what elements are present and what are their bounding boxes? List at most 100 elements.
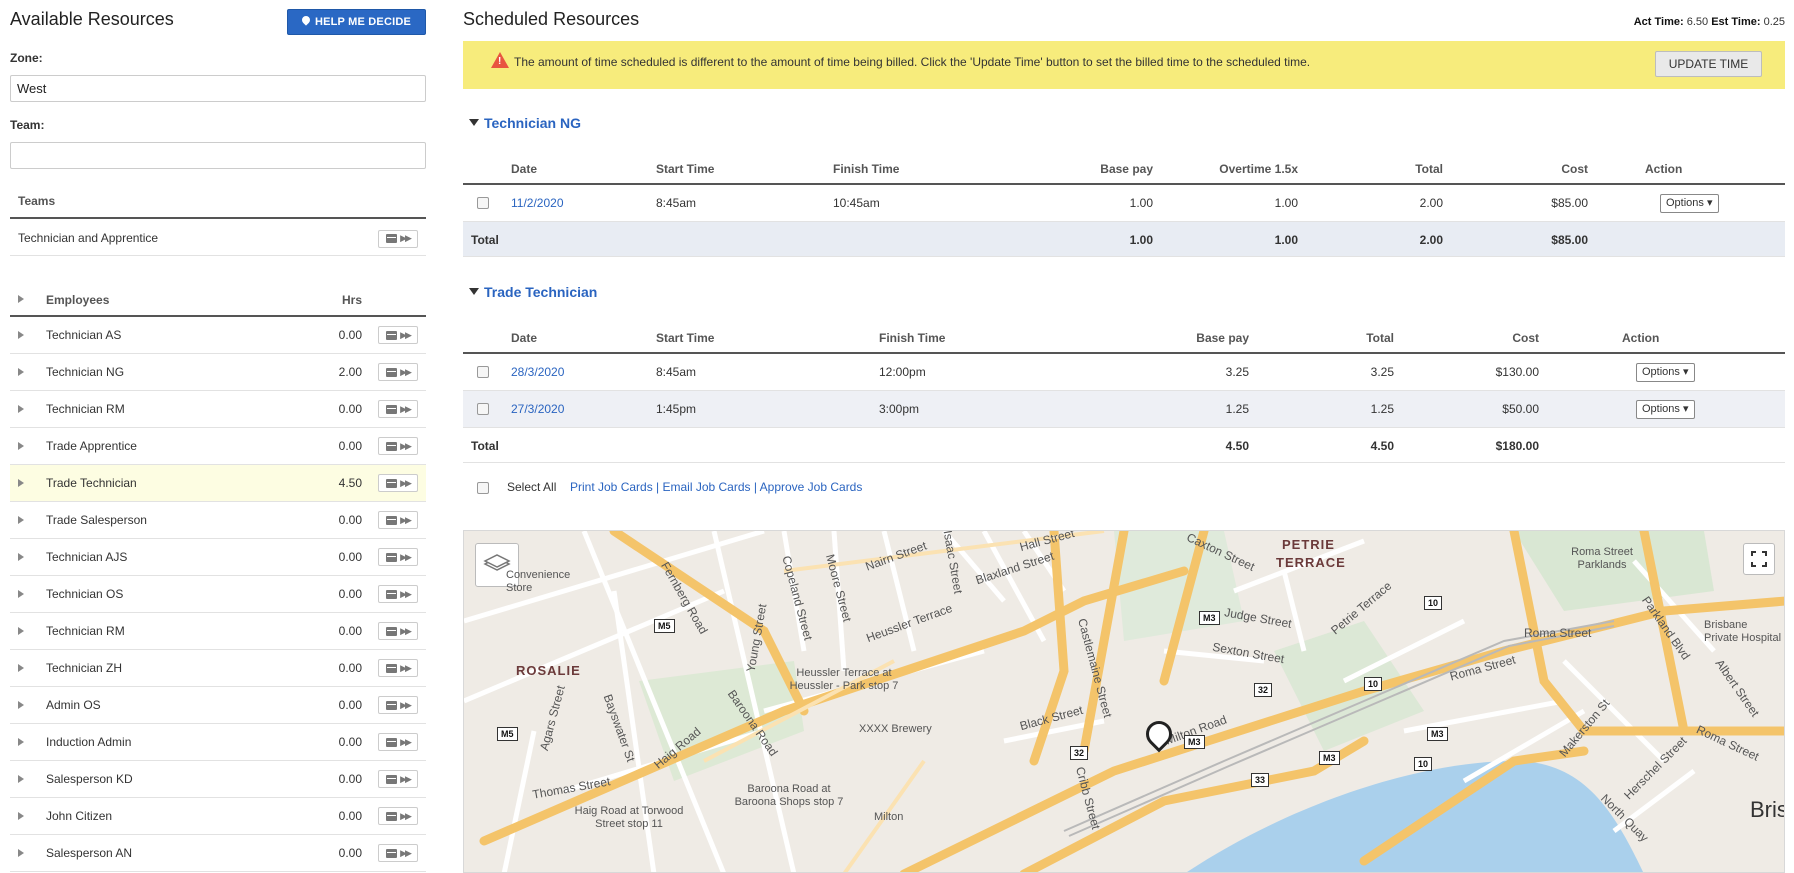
employee-row[interactable]: Salesperson KD 0.00 ▶▶ <box>10 761 426 798</box>
map-label: Brisbane Private Hospital <box>1704 619 1782 644</box>
map-label: ROSALIE <box>516 663 581 678</box>
select-all-checkbox[interactable] <box>477 482 489 494</box>
expand-all-icon[interactable] <box>18 294 24 303</box>
map-label: XXXX Brewery <box>859 723 932 735</box>
expand-icon[interactable] <box>18 479 24 487</box>
employee-hrs: 0.00 <box>338 328 362 342</box>
calendar-icon <box>386 441 398 451</box>
total-total: 4.50 <box>1370 439 1394 453</box>
schedule-button[interactable]: ▶▶ <box>378 437 418 455</box>
employee-row[interactable]: Technician RM 0.00 ▶▶ <box>10 391 426 428</box>
expand-icon[interactable] <box>18 664 24 672</box>
schedule-button[interactable]: ▶▶ <box>378 844 418 862</box>
expand-icon[interactable] <box>18 775 24 783</box>
expand-icon[interactable] <box>18 442 24 450</box>
available-resources-title: Available Resources <box>10 9 174 29</box>
col-finish: Finish Time <box>833 162 900 176</box>
schedule-button[interactable]: ▶▶ <box>378 659 418 677</box>
calendar-icon <box>386 367 398 377</box>
row-checkbox[interactable] <box>477 197 489 209</box>
schedule-button[interactable]: ▶▶ <box>378 229 418 248</box>
employee-name: Salesperson KD <box>46 772 133 786</box>
employee-row[interactable]: Technician AJS 0.00 ▶▶ <box>10 539 426 576</box>
employee-name: Trade Apprentice <box>46 439 137 453</box>
schedule-button[interactable]: ▶▶ <box>378 363 418 381</box>
schedule-button[interactable]: ▶▶ <box>378 585 418 603</box>
expand-icon[interactable] <box>18 405 24 413</box>
expand-icon[interactable] <box>18 331 24 339</box>
schedule-button[interactable]: ▶▶ <box>378 474 418 492</box>
row-checkbox[interactable] <box>477 366 489 378</box>
schedule-button[interactable]: ▶▶ <box>378 548 418 566</box>
employee-name: Technician OS <box>46 587 124 601</box>
total-base: 1.00 <box>1129 233 1153 247</box>
team-row[interactable]: Technician and Apprentice ▶▶ <box>10 222 426 256</box>
help-me-decide-button[interactable]: HELP ME DECIDE <box>287 9 426 35</box>
route-shield: 10 <box>1424 596 1443 610</box>
fast-forward-icon: ▶▶ <box>400 847 412 858</box>
group-title: Trade Technician <box>484 284 598 300</box>
date-link[interactable]: 28/3/2020 <box>511 354 564 390</box>
date-link[interactable]: 11/2/2020 <box>511 185 564 221</box>
route-shield: M5 <box>497 727 518 741</box>
employee-row[interactable]: Technician OS 0.00 ▶▶ <box>10 576 426 613</box>
zone-input[interactable]: West <box>10 75 426 102</box>
job-card-links[interactable]: Print Job Cards | Email Job Cards | Appr… <box>570 480 862 494</box>
expand-icon[interactable] <box>18 590 24 598</box>
employee-row[interactable]: Induction Admin 0.00 ▶▶ <box>10 724 426 761</box>
options-dropdown[interactable]: Options <box>1636 363 1695 382</box>
employee-row[interactable]: Trade Apprentice 0.00 ▶▶ <box>10 428 426 465</box>
employee-row[interactable]: Technician NG 2.00 ▶▶ <box>10 354 426 391</box>
calendar-icon <box>386 737 398 747</box>
employee-name: Technician AJS <box>46 550 128 564</box>
group-trade-technician-toggle[interactable]: Trade Technician <box>469 284 597 300</box>
calendar-icon <box>386 515 398 525</box>
employee-row[interactable]: Admin OS 0.00 ▶▶ <box>10 687 426 724</box>
employee-row[interactable]: Salesperson AN 0.00 ▶▶ <box>10 835 426 872</box>
options-dropdown[interactable]: Options <box>1660 194 1719 213</box>
start-time: 8:45am <box>656 196 697 210</box>
expand-icon[interactable] <box>18 627 24 635</box>
date-link[interactable]: 27/3/2020 <box>511 391 564 427</box>
row-checkbox[interactable] <box>477 403 489 415</box>
expand-icon[interactable] <box>18 812 24 820</box>
team-input[interactable] <box>10 142 426 169</box>
group-title: Technician NG <box>484 115 581 131</box>
schedule-button[interactable]: ▶▶ <box>378 807 418 825</box>
route-shield: 32 <box>1254 683 1273 697</box>
group-technician-ng-toggle[interactable]: Technician NG <box>469 115 581 131</box>
schedule-button[interactable]: ▶▶ <box>378 770 418 788</box>
employee-name: Technician RM <box>46 624 125 638</box>
expand-icon[interactable] <box>18 368 24 376</box>
schedule-button[interactable]: ▶▶ <box>378 400 418 418</box>
expand-icon[interactable] <box>18 701 24 709</box>
calendar-icon <box>386 234 398 243</box>
employee-hrs: 0.00 <box>338 550 362 564</box>
employee-row-selected[interactable]: Trade Technician 4.50 ▶▶ <box>10 465 426 502</box>
employee-row[interactable]: Technician ZH 0.00 ▶▶ <box>10 650 426 687</box>
employee-row[interactable]: Technician AS 0.00 ▶▶ <box>10 317 426 354</box>
options-dropdown[interactable]: Options <box>1636 400 1695 419</box>
expand-icon[interactable] <box>18 738 24 746</box>
zone-label: Zone: <box>10 51 43 65</box>
location-map[interactable]: PETRIE TERRACE ROSALIE Caxton Street Hal… <box>463 530 1785 873</box>
map-label: Heussler Terrace at Heussler - Park stop… <box>789 667 899 692</box>
employee-row[interactable]: John Citizen 0.00 ▶▶ <box>10 798 426 835</box>
schedule-button[interactable]: ▶▶ <box>378 733 418 751</box>
fullscreen-button[interactable] <box>1743 543 1775 575</box>
expand-icon[interactable] <box>18 516 24 524</box>
schedule-button[interactable]: ▶▶ <box>378 622 418 640</box>
map-label: TERRACE <box>1276 555 1346 570</box>
fast-forward-icon: ▶▶ <box>400 588 412 599</box>
update-time-button[interactable]: UPDATE TIME <box>1655 51 1762 77</box>
employee-hrs: 0.00 <box>338 402 362 416</box>
expand-icon[interactable] <box>18 553 24 561</box>
employee-row[interactable]: Trade Salesperson 0.00 ▶▶ <box>10 502 426 539</box>
expand-icon[interactable] <box>18 849 24 857</box>
schedule-button[interactable]: ▶▶ <box>378 326 418 344</box>
total-total: 2.00 <box>1419 233 1443 247</box>
schedule-button[interactable]: ▶▶ <box>378 696 418 714</box>
employee-row[interactable]: Technician RM 0.00 ▶▶ <box>10 613 426 650</box>
calendar-icon <box>386 626 398 636</box>
schedule-button[interactable]: ▶▶ <box>378 511 418 529</box>
